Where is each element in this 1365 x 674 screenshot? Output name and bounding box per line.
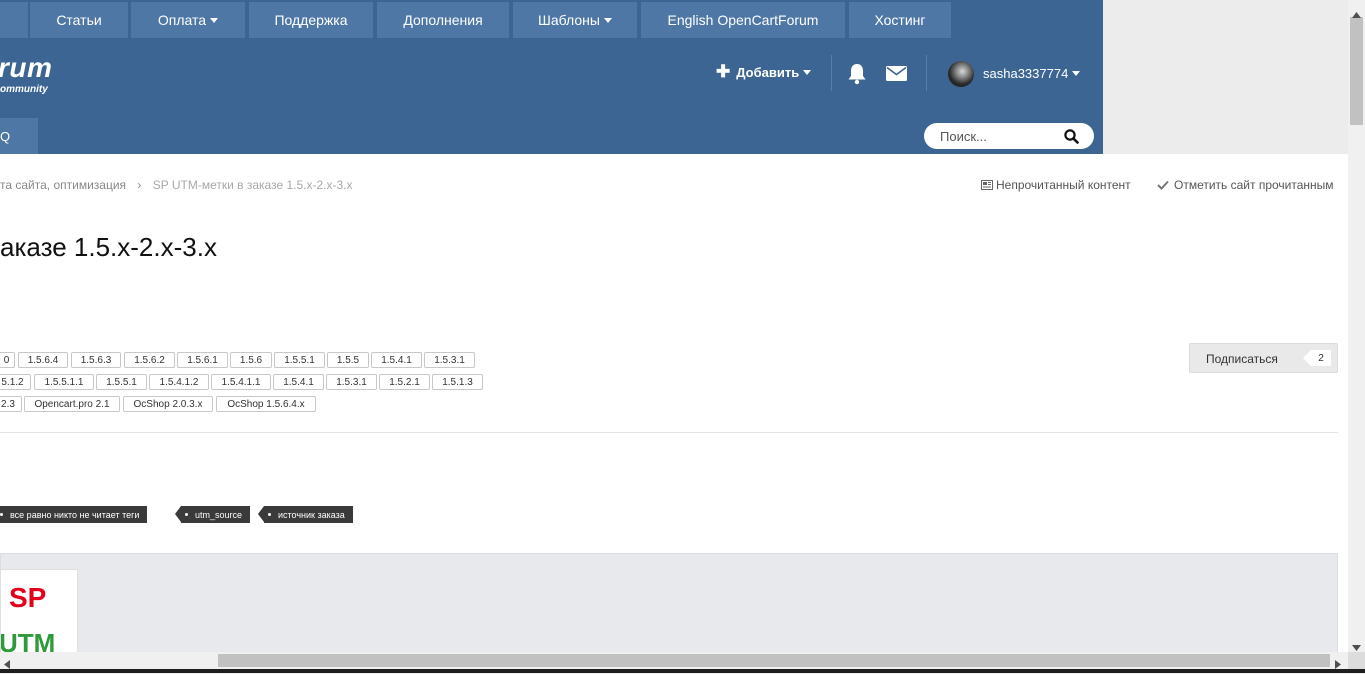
- product-image-sp: SP: [9, 582, 47, 613]
- version-tag[interactable]: 1.5.6: [230, 352, 272, 368]
- divider: [926, 55, 927, 91]
- bell-icon[interactable]: [847, 63, 867, 90]
- username-label: sasha3337774: [983, 66, 1069, 81]
- caret-down-icon: [603, 17, 612, 23]
- taskbar-edge: [0, 669, 1365, 673]
- search-icon[interactable]: [1064, 129, 1079, 149]
- user-menu[interactable]: sasha3337774: [983, 66, 1081, 81]
- subscriber-count-badge: 2: [1303, 350, 1331, 366]
- version-tag[interactable]: 1.5.2.1: [379, 374, 430, 390]
- version-tag[interactable]: 1.5.3.1: [424, 352, 475, 368]
- unread-content-label: Непрочитанный контент: [996, 178, 1131, 192]
- version-tag[interactable]: 1.5.6.2: [124, 352, 175, 368]
- page: Статьи Оплата Поддержка Дополнения Шабло…: [0, 0, 1348, 652]
- caret-down-icon: [803, 69, 812, 75]
- product-image-utm: UTM: [0, 628, 56, 652]
- nav-tab-start[interactable]: [0, 2, 28, 38]
- version-tag[interactable]: 2.3: [0, 396, 22, 412]
- nav-tab-label: Хостинг: [874, 12, 926, 28]
- vertical-scroll-thumb[interactable]: [1350, 17, 1363, 125]
- breadcrumb-parent-link[interactable]: та сайта, оптимизация: [0, 178, 126, 192]
- horizontal-scroll-thumb[interactable]: [218, 654, 1330, 667]
- mark-site-read-link[interactable]: Отметить сайт прочитанным: [1157, 178, 1334, 192]
- nav-tab-english-forum[interactable]: English OpenCartForum: [641, 2, 845, 38]
- version-tag[interactable]: 1.5.4.1.1: [211, 374, 271, 390]
- version-tag[interactable]: 1.5.6.4: [18, 352, 68, 368]
- logo-subtitle: ommunity: [0, 84, 48, 95]
- version-tag[interactable]: 1.5.5: [327, 352, 369, 368]
- subscribe-label: Подписаться: [1206, 352, 1278, 366]
- version-tag[interactable]: 1.5.6.1: [177, 352, 228, 368]
- plus-icon: ✚: [716, 62, 731, 81]
- version-tag[interactable]: 5.1.2: [0, 374, 31, 390]
- topic-tag[interactable]: все равно никто не читает теги: [0, 506, 148, 523]
- check-icon: [1157, 180, 1169, 190]
- nav-tab-articles[interactable]: Статьи: [30, 2, 128, 38]
- envelope-icon[interactable]: [886, 66, 907, 86]
- version-tag[interactable]: 1.5.4.1.2: [149, 374, 209, 390]
- newspaper-icon: [981, 180, 993, 190]
- nav-tab-hosting[interactable]: Хостинг: [849, 2, 951, 38]
- mark-site-read-label: Отметить сайт прочитанным: [1174, 178, 1334, 192]
- version-tag[interactable]: 1.5.5.1: [96, 374, 147, 390]
- nav-tab-label: Статьи: [56, 12, 102, 28]
- topic-tag[interactable]: источник заказа: [258, 506, 353, 523]
- nav-tab-label: English OpenCartForum: [667, 12, 819, 28]
- version-tag[interactable]: 0: [0, 352, 15, 368]
- caret-down-icon: [1072, 71, 1081, 76]
- nav-tab-label: Оплата: [157, 12, 207, 28]
- nav-tab-templates[interactable]: Шаблоны: [513, 2, 637, 38]
- subnav-tab-faq[interactable]: Q: [0, 118, 38, 154]
- post-content-area: [0, 553, 1338, 652]
- header-side-background: [1103, 0, 1348, 154]
- divider: [831, 55, 832, 91]
- version-tag[interactable]: Opencart.pro 2.1: [24, 396, 120, 412]
- version-tag[interactable]: 1.5.4.1: [273, 374, 324, 390]
- version-tag[interactable]: OcShop 2.0.3.x: [123, 396, 213, 412]
- nav-tab-payment[interactable]: Оплата: [131, 2, 245, 38]
- subscribe-button[interactable]: Подписаться 2: [1189, 343, 1338, 373]
- topic-tag[interactable]: utm_source: [174, 506, 251, 523]
- nav-tab-label: Шаблоны: [538, 12, 600, 28]
- breadcrumb: та сайта, оптимизация › SP UTM-метки в з…: [0, 178, 352, 192]
- chevron-right-icon: ›: [137, 178, 142, 192]
- version-tag[interactable]: 1.5.6.3: [71, 352, 121, 368]
- scrollbar-corner: [1348, 652, 1365, 669]
- search-input[interactable]: [940, 123, 1060, 149]
- unread-content-link[interactable]: Непрочитанный контент: [981, 178, 1131, 192]
- product-image: SP UTM: [0, 569, 78, 652]
- subnav-tab-label: Q: [0, 128, 11, 144]
- caret-down-icon: [210, 17, 219, 23]
- add-content-button[interactable]: ✚ Добавить: [716, 62, 812, 81]
- divider: [0, 432, 1338, 433]
- version-tag[interactable]: 1.5.1.3: [432, 374, 483, 390]
- version-tag[interactable]: OcShop 1.5.6.4.x: [216, 396, 316, 412]
- logo-title: rum: [0, 52, 53, 83]
- version-tag[interactable]: 1.5.4.1: [371, 352, 422, 368]
- nav-tab-label: Поддержка: [274, 12, 348, 28]
- scroll-up-arrow-icon[interactable]: [1352, 5, 1361, 23]
- site-logo[interactable]: rum ommunity: [0, 52, 52, 96]
- version-tag[interactable]: 1.5.5.1: [274, 352, 325, 368]
- user-avatar[interactable]: [948, 61, 974, 87]
- nav-tab-label: Дополнения: [403, 12, 483, 28]
- site-header: Статьи Оплата Поддержка Дополнения Шабло…: [0, 0, 1103, 154]
- nav-tab-addons[interactable]: Дополнения: [377, 2, 509, 38]
- page-title: аказе 1.5.x-2.x-3.x: [0, 232, 217, 262]
- version-tag[interactable]: 1.5.5.1.1: [34, 374, 94, 390]
- version-tag[interactable]: 1.5.3.1: [326, 374, 377, 390]
- breadcrumb-current: SP UTM-метки в заказе 1.5.x-2.x-3.x: [152, 178, 353, 192]
- nav-tab-support[interactable]: Поддержка: [249, 2, 373, 38]
- search-box: [924, 123, 1094, 149]
- add-content-label: Добавить: [736, 64, 800, 80]
